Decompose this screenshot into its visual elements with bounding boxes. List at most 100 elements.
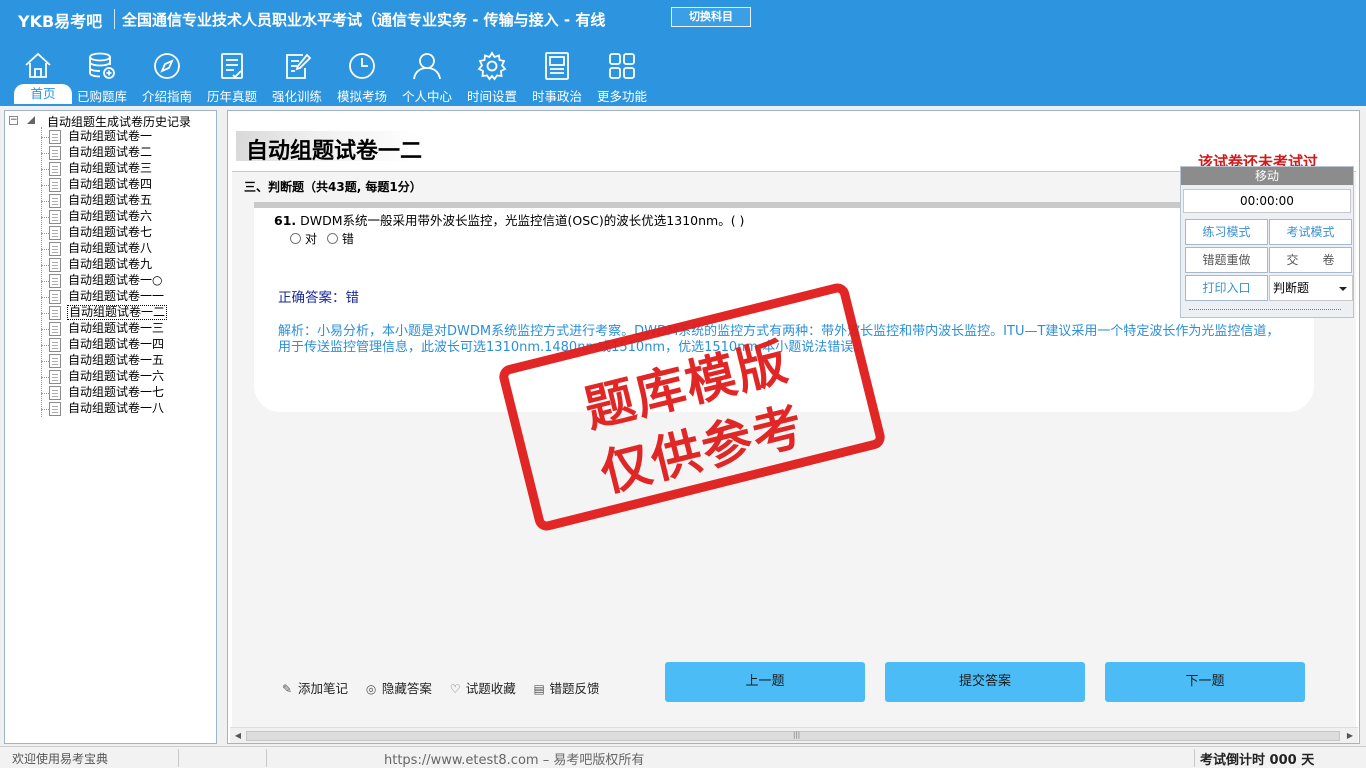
question-type-select[interactable]: 判断题: [1269, 275, 1353, 301]
welcome-text: 欢迎使用易考宝典: [12, 752, 109, 766]
exam-timer: 00:00:00: [1183, 189, 1351, 213]
prev-question-button[interactable]: 上一题: [665, 662, 865, 702]
submit-answer-button[interactable]: 提交答案: [885, 662, 1085, 702]
panel-footer-line: [1189, 309, 1341, 310]
document-icon: [49, 242, 61, 256]
document-icon: [49, 210, 61, 224]
document-icon: [49, 162, 61, 176]
tree-branch-line: [41, 281, 49, 282]
hide-answer-button[interactable]: ◎ 隐藏答案: [366, 678, 432, 697]
brand-divider: [114, 9, 115, 29]
option-true-radio[interactable]: [290, 233, 301, 244]
nav-past-papers[interactable]: 历年真题: [200, 44, 264, 104]
tree-item-label: 自动组题试卷九: [68, 257, 153, 271]
chevron-down-icon: [1339, 287, 1347, 291]
eye-icon: ◎: [365, 682, 377, 696]
grid-icon: [609, 53, 635, 79]
status-bar: 欢迎使用易考宝典 https://www.etest8.com – 易考吧版权所…: [0, 746, 1366, 768]
paper-header: 自动组题试卷一二 该试卷还未考试过: [236, 125, 1356, 171]
question-options: 对 错: [290, 230, 360, 247]
scroll-left-icon[interactable]: ◀: [232, 730, 244, 742]
app-title: 全国通信专业技术人员职业水平考试（通信专业实务 - 传输与接入 - 有线: [122, 11, 606, 29]
tree-branch-line: [41, 377, 49, 378]
next-question-button[interactable]: 下一题: [1105, 662, 1305, 702]
pencil-icon: ✎: [282, 682, 293, 696]
document-icon: [49, 338, 61, 352]
tree-branch-line: [41, 185, 49, 186]
tree-item-label: 自动组题试卷八: [68, 241, 153, 255]
tree-branch-line: [41, 409, 49, 410]
option-false-radio[interactable]: [326, 233, 338, 244]
print-button[interactable]: 打印入口: [1185, 275, 1268, 301]
status-divider: [1194, 749, 1195, 767]
status-divider: [266, 749, 267, 767]
practice-mode-button[interactable]: 练习模式: [1185, 219, 1268, 245]
tree-branch-line: [41, 137, 49, 138]
switch-subject-button[interactable]: 切换科目: [671, 7, 751, 27]
nav-guide[interactable]: 介绍指南: [135, 44, 199, 104]
paper-history-tree: − 自动组题生成试卷历史记录 自动组题试卷一 自动组题试卷二 自动组题试卷三 自动组题…: [4, 110, 217, 744]
option-false-label[interactable]: 错: [342, 232, 354, 246]
folder-triangle-icon: [27, 116, 35, 124]
compass-icon: [154, 53, 180, 79]
tree-branch-line: [41, 361, 49, 362]
redo-wrong-button[interactable]: 错题重做: [1185, 247, 1268, 273]
add-note-button[interactable]: ✎ 添加笔记: [282, 678, 348, 697]
tree-branch-line: [41, 233, 49, 234]
nav-profile[interactable]: 个人中心: [395, 44, 459, 104]
scroll-right-icon[interactable]: ▶: [1344, 730, 1356, 742]
nav-mock-exam[interactable]: 模拟考场: [330, 44, 394, 104]
user-icon: [413, 53, 441, 80]
document-icon: [49, 322, 61, 336]
question-text: 61. DWDM系统一般采用带外波长监控，光监控信道(OSC)的波长优选1310…: [274, 210, 744, 229]
hand-in-button[interactable]: 交 卷: [1269, 247, 1352, 273]
tree-item-label: 自动组题试卷四: [68, 177, 153, 191]
collapse-icon[interactable]: −: [9, 116, 18, 125]
brand-logo: YKB易考吧: [18, 12, 103, 31]
move-handle[interactable]: 移动: [1181, 167, 1353, 185]
home-icon: [25, 52, 51, 78]
feedback-button[interactable]: ▤ 错题反馈: [534, 678, 600, 697]
scrollbar-thumb[interactable]: |||: [246, 731, 1340, 741]
tree-branch-line: [41, 297, 49, 298]
nav-purchased[interactable]: 已购题库: [70, 44, 134, 104]
tree-item-label: 自动组题试卷一八: [68, 401, 165, 415]
status-divider: [178, 749, 179, 767]
tree-item-label: 自动组题试卷二: [68, 145, 153, 159]
nav-home[interactable]: 首页: [6, 44, 72, 104]
favorite-button[interactable]: ♡ 试题收藏: [450, 678, 516, 697]
nav-more[interactable]: 更多功能: [590, 44, 654, 104]
tree-branch-line: [41, 345, 49, 346]
exam-countdown: 考试倒计时 000 天: [1200, 753, 1315, 768]
tree-guide-line: [41, 127, 42, 417]
nav-current-affairs[interactable]: 时事政治: [525, 44, 589, 104]
checklist-icon: [221, 53, 243, 79]
tree-item-label: 自动组题试卷一三: [68, 321, 165, 335]
document-icon: [49, 178, 61, 192]
edit-icon: [286, 53, 312, 79]
nav-training[interactable]: 强化训练: [265, 44, 329, 104]
tree-branch-line: [41, 265, 49, 266]
copyright-text: https://www.etest8.com – 易考吧版权所有: [384, 753, 645, 768]
tree-branch-line: [41, 329, 49, 330]
document-icon: [49, 146, 61, 160]
question-tools: ✎ 添加笔记 ◎ 隐藏答案 ♡ 试题收藏 ▤ 错题反馈: [282, 678, 614, 697]
option-true-label[interactable]: 对: [305, 232, 317, 246]
document-icon: [49, 274, 61, 288]
exam-control-panel: 移动 00:00:00 练习模式 考试模式 错题重做 交 卷 打印入口 判断题: [1180, 166, 1354, 318]
document-icon: [49, 194, 61, 208]
tree-branch-line: [41, 249, 49, 250]
exam-mode-button[interactable]: 考试模式: [1269, 219, 1352, 245]
tree-item-label: 自动组题试卷六: [68, 209, 153, 223]
clock-icon: [349, 53, 375, 79]
nav-time-settings[interactable]: 时间设置: [460, 44, 524, 104]
correct-answer: 正确答案：错: [278, 290, 359, 306]
section-title: 三、判断题（共43题, 每题1分）: [244, 180, 422, 194]
document-icon: [49, 290, 61, 304]
horizontal-scrollbar[interactable]: ◀ ||| ▶: [230, 727, 1358, 743]
app-header: YKB易考吧 全国通信专业技术人员职业水平考试（通信专业实务 - 传输与接入 -…: [0, 0, 1366, 106]
document-icon: [49, 354, 61, 368]
tree-branch-line: [41, 393, 49, 394]
tree-item-label: 自动组题试卷一七: [68, 385, 165, 399]
tree-item-label: 自动组题试卷七: [68, 225, 153, 239]
